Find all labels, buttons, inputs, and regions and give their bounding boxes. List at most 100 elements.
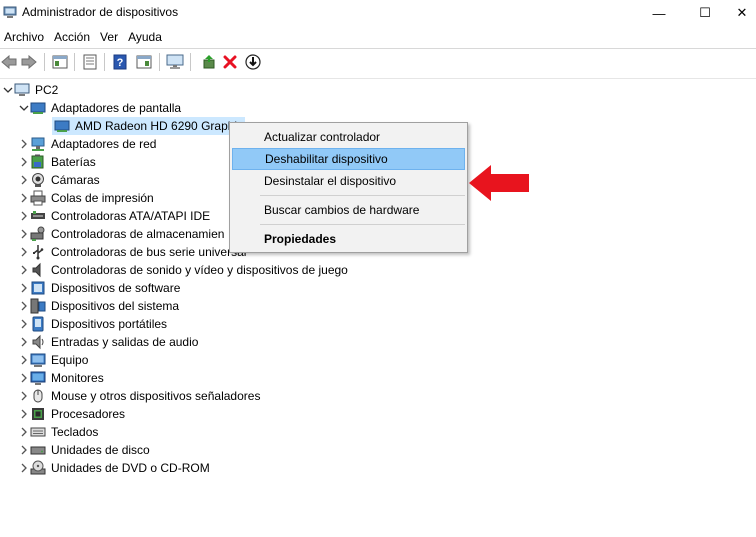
- monitor-icon: [30, 370, 46, 386]
- system-device-icon: [30, 298, 46, 314]
- chevron-right-icon[interactable]: [18, 153, 30, 171]
- tree-item-display-adapters[interactable]: Adaptadores de pantalla: [18, 99, 181, 117]
- title-bar: Administrador de dispositivos — ☐ ✕: [0, 0, 756, 26]
- chevron-right-icon[interactable]: [18, 171, 30, 189]
- tree-item[interactable]: Controladoras de almacenamien: [18, 225, 224, 243]
- uninstall-icon[interactable]: [221, 53, 239, 71]
- tree-item[interactable]: Procesadores: [18, 405, 125, 423]
- chevron-right-icon[interactable]: [18, 423, 30, 441]
- context-disable-device[interactable]: Deshabilitar dispositivo: [232, 148, 465, 170]
- tree-item-label: AMD Radeon HD 6290 Graphi: [75, 119, 238, 133]
- help-icon[interactable]: ?: [111, 53, 129, 71]
- tree-item[interactable]: Equipo: [18, 351, 88, 369]
- tree-item[interactable]: Dispositivos del sistema: [18, 297, 179, 315]
- context-separator: [260, 224, 465, 225]
- tree-item-label: Cámaras: [51, 173, 100, 187]
- chevron-right-icon[interactable]: [18, 279, 30, 297]
- display-adapter-icon: [30, 100, 46, 116]
- tree-item[interactable]: Colas de impresión: [18, 189, 154, 207]
- chevron-down-icon[interactable]: [2, 81, 14, 99]
- chevron-right-icon[interactable]: [18, 351, 30, 369]
- processor-icon: [30, 406, 46, 422]
- menu-ayuda[interactable]: Ayuda: [124, 27, 168, 47]
- chevron-right-icon[interactable]: [18, 315, 30, 333]
- audio-io-icon: [30, 334, 46, 350]
- toolbar-separator: [190, 53, 191, 71]
- chevron-right-icon[interactable]: [18, 135, 30, 153]
- tree-item[interactable]: Entradas y salidas de audio: [18, 333, 198, 351]
- action-pane-icon[interactable]: [135, 53, 153, 71]
- tree-item[interactable]: Unidades de DVD o CD-ROM: [18, 459, 210, 477]
- context-scan-hardware[interactable]: Buscar cambios de hardware: [232, 199, 465, 221]
- tree-item-label: Colas de impresión: [51, 191, 154, 205]
- tree-item[interactable]: Adaptadores de red: [18, 135, 156, 153]
- tree-item-label: Unidades de DVD o CD-ROM: [51, 461, 210, 475]
- tree-item[interactable]: Dispositivos portátiles: [18, 315, 167, 333]
- chevron-right-icon[interactable]: [18, 243, 30, 261]
- context-menu: Actualizar controlador Deshabilitar disp…: [229, 122, 468, 253]
- tree-item-label: Teclados: [51, 425, 99, 439]
- tree-item[interactable]: Teclados: [18, 423, 98, 441]
- window-title: Administrador de dispositivos: [22, 5, 179, 19]
- forward-icon[interactable]: [20, 53, 38, 71]
- context-properties[interactable]: Propiedades: [232, 228, 465, 250]
- tree-item-label: Procesadores: [51, 407, 126, 421]
- chevron-right-icon[interactable]: [18, 405, 30, 423]
- tree-item-label: Dispositivos portátiles: [51, 317, 168, 331]
- computer-icon: [14, 82, 30, 98]
- menu-ver[interactable]: Ver: [96, 27, 124, 47]
- monitor-icon[interactable]: [166, 53, 184, 71]
- minimize-button[interactable]: —: [636, 0, 682, 26]
- context-uninstall-device[interactable]: Desinstalar el dispositivo: [232, 170, 465, 192]
- software-device-icon: [30, 280, 46, 296]
- tree-item-label: Unidades de disco: [51, 443, 150, 457]
- usb-controller-icon: [30, 244, 46, 260]
- disable-device-icon[interactable]: [244, 53, 262, 71]
- chevron-right-icon[interactable]: [18, 261, 30, 279]
- tree-item-label: Monitores: [51, 371, 104, 385]
- chevron-right-icon[interactable]: [18, 459, 30, 477]
- tree-item-label: Controladoras de bus serie universal: [51, 245, 247, 259]
- tree-item[interactable]: Dispositivos de software: [18, 279, 180, 297]
- back-icon[interactable]: [0, 53, 18, 71]
- chevron-right-icon[interactable]: [18, 225, 30, 243]
- chevron-right-icon[interactable]: [18, 333, 30, 351]
- portable-device-icon: [30, 316, 46, 332]
- close-button[interactable]: ✕: [728, 0, 756, 26]
- printer-icon: [30, 190, 46, 206]
- chevron-right-icon[interactable]: [18, 297, 30, 315]
- tree-item[interactable]: Controladoras de bus serie universal: [18, 243, 246, 261]
- tree-item[interactable]: Unidades de disco: [18, 441, 150, 459]
- disk-drive-icon: [30, 442, 46, 458]
- maximize-button[interactable]: ☐: [682, 0, 728, 26]
- storage-controller-icon: [30, 226, 46, 242]
- chevron-right-icon[interactable]: [18, 387, 30, 405]
- chevron-right-icon[interactable]: [18, 207, 30, 225]
- tree-item-label: Controladoras de almacenamien: [51, 227, 225, 241]
- chevron-right-icon[interactable]: [18, 369, 30, 387]
- properties-icon[interactable]: [81, 53, 99, 71]
- menu-archivo[interactable]: Archivo: [0, 27, 50, 47]
- chevron-right-icon[interactable]: [18, 189, 30, 207]
- dvd-drive-icon: [30, 460, 46, 476]
- tree-root-pc2[interactable]: PC2: [2, 81, 58, 99]
- tree-item[interactable]: Controladoras ATA/ATAPI IDE: [18, 207, 210, 225]
- toolbar: ?: [0, 48, 756, 74]
- tree-item[interactable]: Mouse y otros dispositivos señaladores: [18, 387, 260, 405]
- menu-accion[interactable]: Acción: [50, 27, 96, 47]
- context-update-driver[interactable]: Actualizar controlador: [232, 126, 465, 148]
- update-driver-icon[interactable]: [200, 53, 218, 71]
- ide-controller-icon: [30, 208, 46, 224]
- svg-text:?: ?: [117, 57, 124, 69]
- show-hide-console-tree-icon[interactable]: [51, 53, 69, 71]
- tree-item-label: Adaptadores de red: [51, 137, 157, 151]
- tree-item[interactable]: Baterías: [18, 153, 96, 171]
- tree-item[interactable]: Controladoras de sonido y vídeo y dispos…: [18, 261, 348, 279]
- tree-item[interactable]: Monitores: [18, 369, 104, 387]
- tree-item-label: Equipo: [51, 353, 89, 367]
- tree-item-amd-radeon[interactable]: AMD Radeon HD 6290 Graphi: [52, 117, 245, 135]
- computer-icon: [30, 352, 46, 368]
- chevron-right-icon[interactable]: [18, 441, 30, 459]
- chevron-down-icon[interactable]: [18, 99, 30, 117]
- tree-item[interactable]: Cámaras: [18, 171, 100, 189]
